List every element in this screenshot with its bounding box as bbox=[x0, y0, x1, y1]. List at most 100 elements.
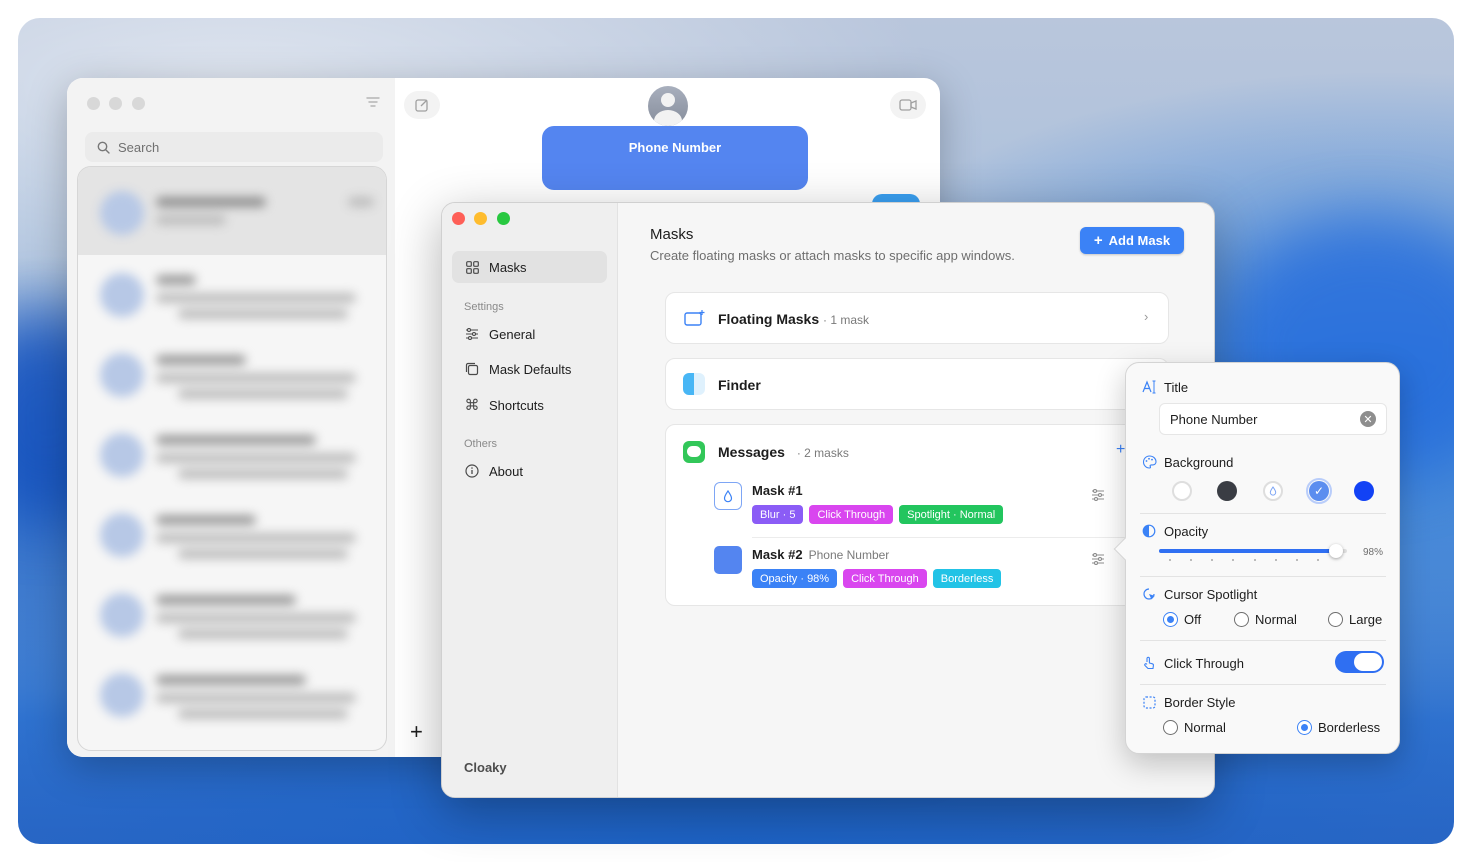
sidebar-item-general[interactable]: General bbox=[452, 318, 607, 350]
row-divider bbox=[752, 537, 1170, 538]
minimize-button[interactable] bbox=[474, 212, 487, 225]
list-item[interactable] bbox=[78, 413, 386, 493]
phone-number-mask: Phone Number bbox=[542, 126, 808, 190]
card-title-text: Messages bbox=[718, 444, 785, 460]
sidebar-item-shortcuts[interactable]: ⌘ Shortcuts bbox=[452, 389, 607, 421]
add-mask-button[interactable]: + Add Mask bbox=[1080, 227, 1184, 254]
blur-mask-icon bbox=[714, 482, 742, 510]
mask-label: Phone Number bbox=[628, 140, 722, 155]
command-icon: ⌘ bbox=[464, 397, 480, 414]
mask-1-settings-icon[interactable] bbox=[1091, 488, 1105, 504]
radio-indicator bbox=[1297, 720, 1312, 735]
swatch-dark[interactable] bbox=[1217, 481, 1237, 501]
tag-spotlight: Spotlight · Normal bbox=[899, 505, 1004, 524]
mask-subtitle: Phone Number bbox=[808, 548, 890, 562]
solid-mask-icon bbox=[714, 546, 742, 574]
radio-indicator bbox=[1328, 612, 1343, 627]
list-item[interactable] bbox=[78, 493, 386, 573]
slider-ticks bbox=[1169, 559, 1319, 561]
list-item[interactable] bbox=[78, 171, 386, 251]
floating-window-icon bbox=[684, 309, 706, 332]
tag-click-through: Click Through bbox=[809, 505, 894, 524]
list-item[interactable] bbox=[78, 653, 386, 733]
messages-title: Messages · 2 masks bbox=[718, 444, 849, 460]
sidebar-item-label: General bbox=[489, 326, 536, 342]
floating-masks-card[interactable]: Floating Masks · 1 mask › bbox=[665, 292, 1169, 344]
mask-2-settings-icon[interactable] bbox=[1091, 552, 1105, 568]
sidebar-item-masks[interactable]: Masks bbox=[452, 251, 607, 283]
border-style-icon bbox=[1141, 694, 1157, 710]
sliders-icon bbox=[464, 326, 480, 342]
spotlight-normal-radio[interactable]: Normal bbox=[1234, 612, 1297, 627]
search-icon bbox=[97, 141, 110, 154]
mask-2-tags: Opacity · 98% Click Through Borderless bbox=[752, 569, 1002, 588]
mask-2-title[interactable]: Mask #2 Phone Number bbox=[752, 547, 889, 562]
slider-thumb[interactable] bbox=[1329, 544, 1344, 558]
list-item[interactable] bbox=[78, 253, 386, 333]
conversation-list bbox=[77, 166, 387, 751]
card-title-text: Floating Masks bbox=[718, 311, 820, 327]
title-input[interactable] bbox=[1159, 403, 1387, 435]
filter-icon[interactable] bbox=[366, 96, 380, 111]
swatch-white[interactable] bbox=[1172, 481, 1192, 501]
opacity-value: 98% bbox=[1363, 547, 1384, 558]
add-mask-label: Add Mask bbox=[1108, 233, 1171, 248]
close-button[interactable] bbox=[452, 212, 465, 225]
finder-app-icon bbox=[683, 373, 705, 395]
minimize-button[interactable] bbox=[109, 97, 122, 110]
spotlight-large-radio[interactable]: Large bbox=[1328, 612, 1382, 627]
spotlight-off-radio[interactable]: Off bbox=[1163, 612, 1201, 627]
cursor-spotlight-icon bbox=[1141, 586, 1157, 602]
finder-title: Finder bbox=[718, 377, 761, 393]
tag-click-through: Click Through bbox=[843, 569, 927, 588]
settings-section-label: Settings bbox=[464, 301, 504, 313]
swatch-blue-selected[interactable]: ✓ bbox=[1309, 481, 1329, 501]
radio-indicator bbox=[1163, 612, 1178, 627]
mask-title-text: Mask #2 bbox=[752, 547, 803, 562]
border-normal-radio[interactable]: Normal bbox=[1163, 720, 1226, 735]
swatch-deep-blue[interactable] bbox=[1354, 481, 1374, 501]
divider bbox=[1140, 576, 1386, 577]
cursor-spotlight-label: Cursor Spotlight bbox=[1164, 587, 1258, 602]
clear-icon[interactable]: ✕ bbox=[1360, 411, 1376, 427]
sidebar-item-mask-defaults[interactable]: Mask Defaults bbox=[452, 353, 607, 385]
opacity-label: Opacity bbox=[1164, 524, 1209, 539]
slider-fill bbox=[1159, 549, 1336, 553]
contact-avatar[interactable] bbox=[648, 86, 688, 126]
add-mask-to-app-icon[interactable]: + bbox=[1116, 441, 1125, 459]
plus-icon: + bbox=[1093, 232, 1103, 249]
mask-1-title[interactable]: Mask #1 bbox=[752, 483, 803, 498]
search-input[interactable]: Search bbox=[85, 132, 383, 162]
click-through-toggle[interactable] bbox=[1335, 651, 1384, 673]
floating-masks-title: Floating Masks · 1 mask bbox=[718, 311, 869, 327]
sidebar-item-label: Mask Defaults bbox=[489, 361, 572, 377]
zoom-button[interactable] bbox=[132, 97, 145, 110]
border-borderless-radio[interactable]: Borderless bbox=[1297, 720, 1380, 735]
radio-label: Normal bbox=[1255, 612, 1297, 627]
close-button[interactable] bbox=[87, 97, 100, 110]
opacity-icon bbox=[1141, 523, 1157, 539]
compose-icon[interactable] bbox=[404, 91, 440, 119]
background-label: Background bbox=[1164, 455, 1234, 470]
radio-label: Large bbox=[1349, 612, 1383, 627]
opacity-slider[interactable] bbox=[1159, 544, 1347, 558]
video-call-icon[interactable] bbox=[890, 91, 926, 119]
others-section-label: Others bbox=[464, 438, 498, 450]
zoom-button[interactable] bbox=[497, 212, 510, 225]
title-label: Title bbox=[1164, 380, 1189, 395]
sidebar-item-about[interactable]: About bbox=[452, 455, 607, 487]
mask-settings-popover: Title ✕ Background ✓ Opacity 98% Cursor … bbox=[1113, 362, 1400, 754]
border-style-label: Border Style bbox=[1164, 695, 1236, 710]
swatch-blur[interactable] bbox=[1263, 481, 1283, 501]
chevron-right-icon: › bbox=[1144, 309, 1149, 324]
cloaky-window: Masks Settings General Mask Defaults ⌘ S… bbox=[441, 202, 1215, 798]
messages-card: Messages · 2 masks + Mask #1 Blur · 5 Cl… bbox=[665, 424, 1170, 606]
add-icon[interactable]: + bbox=[410, 719, 423, 745]
list-item[interactable] bbox=[78, 333, 386, 413]
card-count: · 2 masks bbox=[796, 446, 849, 460]
mask-title-text: Mask #1 bbox=[752, 483, 803, 498]
finder-card[interactable]: Finder bbox=[665, 358, 1169, 410]
copy-icon bbox=[464, 361, 480, 377]
list-item[interactable] bbox=[78, 573, 386, 653]
messages-sidebar: Search bbox=[67, 78, 395, 757]
